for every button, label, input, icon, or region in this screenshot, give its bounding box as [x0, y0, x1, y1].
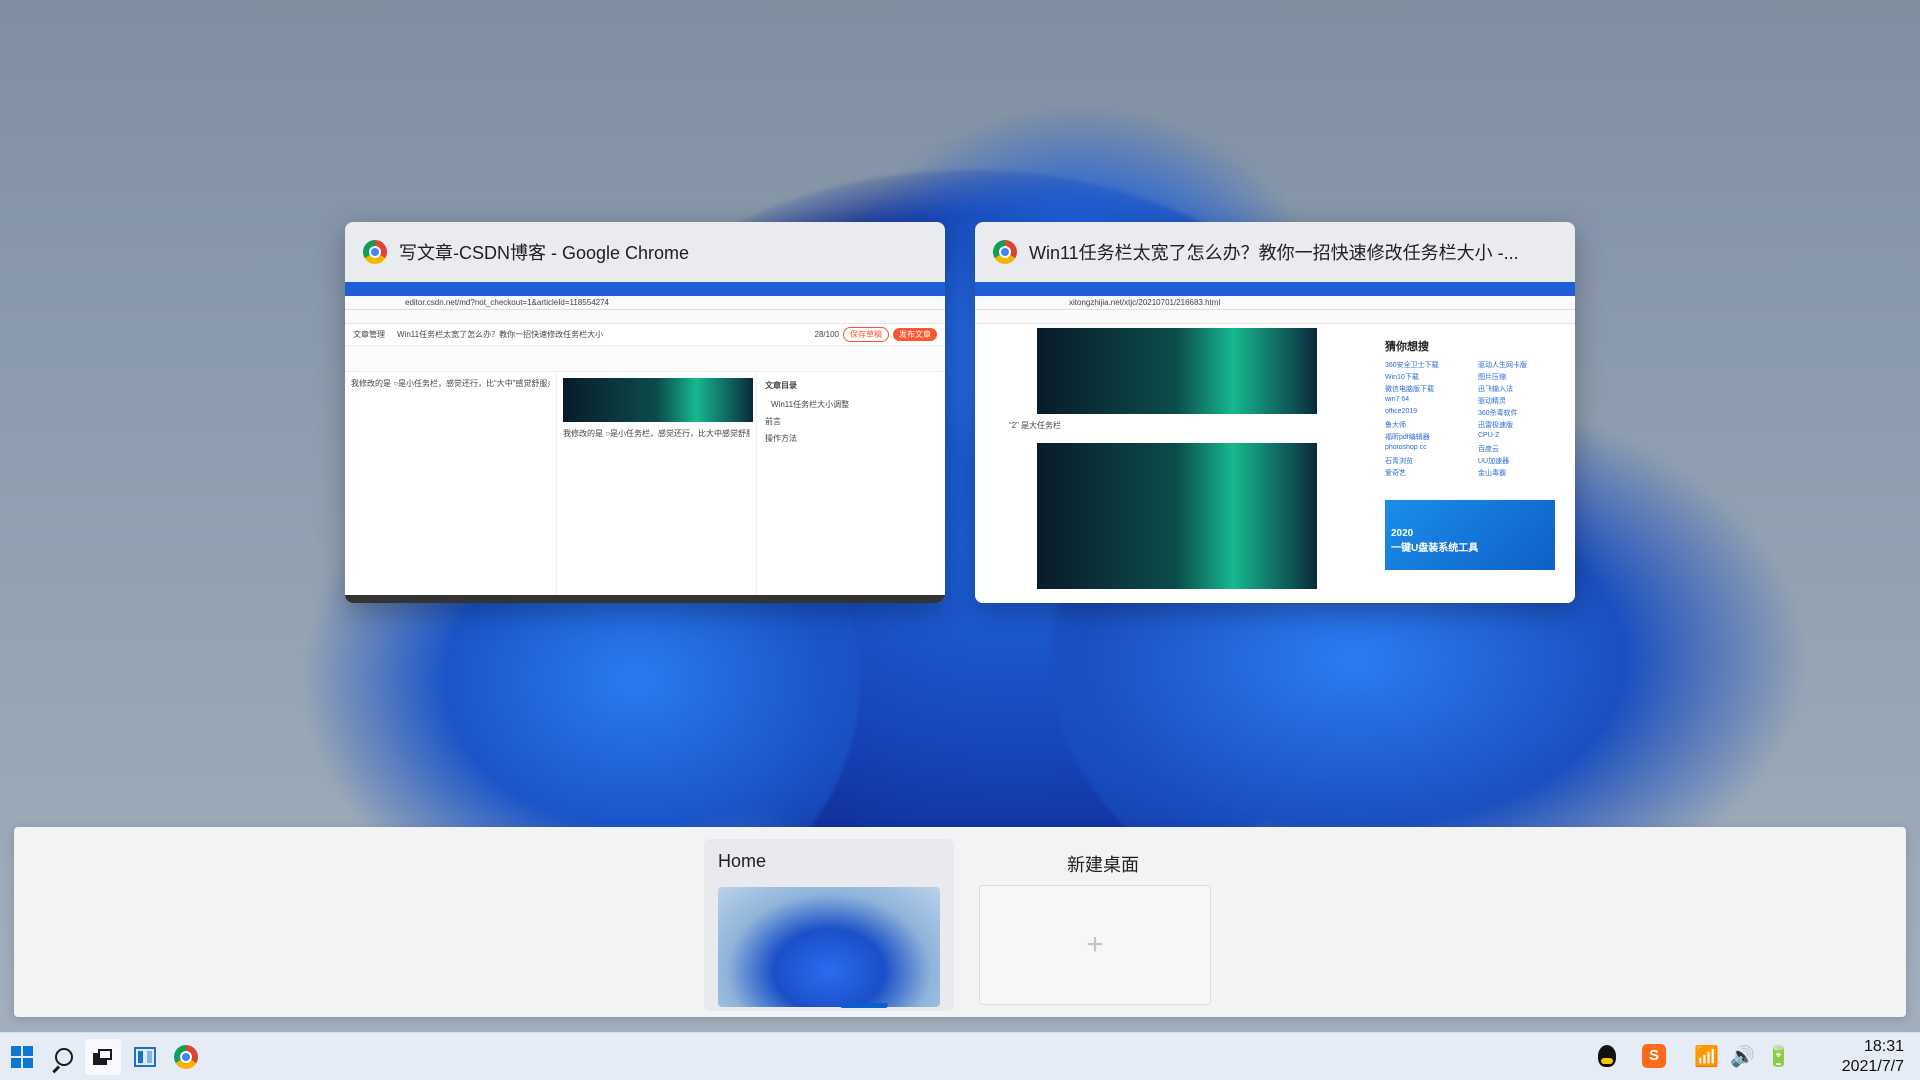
- task-view-button[interactable]: [85, 1039, 121, 1075]
- toc-item: Win11任务栏大小调整: [771, 400, 850, 409]
- article-screenshot: [1037, 443, 1317, 589]
- browser-tab-strip: [975, 282, 1575, 296]
- editor-text: 我修改的是 ○是小任务栏，感觉还行，比“大中”感觉舒服点: [351, 379, 550, 388]
- browser-url: editor.csdn.net/md?not_checkout=1&articl…: [405, 298, 609, 307]
- sidebar-link: CPU-Z: [1478, 432, 1500, 439]
- page-content: “2” 是大任务栏 猜你想搜 360安全卫士下载 驱动人生网卡版 Win10下载…: [975, 324, 1575, 603]
- sidebar-link: 百度云: [1478, 446, 1499, 453]
- sidebar-link: 360安全卫士下载: [1385, 362, 1439, 369]
- toc-pane: 文章目录 Win11任务栏大小调整 前言 操作方法: [757, 372, 945, 595]
- sidebar-link: 福昕pdf编辑器: [1385, 434, 1430, 441]
- article-screenshot: [1037, 328, 1317, 414]
- sidebar-column: 猜你想搜 360安全卫士下载 驱动人生网卡版 Win10下载 图片压缩 微信电脑…: [1375, 324, 1575, 603]
- sidebar-list: 360安全卫士下载 驱动人生网卡版 Win10下载 图片压缩 微信电脑版下载 迅…: [1385, 360, 1565, 478]
- window-title: 写文章-CSDN博客 - Google Chrome: [399, 243, 690, 263]
- editor-header: 文章管理 Win11任务栏太宽了怎么办？教你一招快速修改任务栏大小 28/100…: [345, 324, 945, 346]
- bookmarks-bar: [345, 310, 945, 324]
- desktop-thumbnail: [718, 887, 940, 1007]
- new-desktop-tile: +: [979, 885, 1211, 1005]
- publish-button: 发布文章: [893, 328, 937, 341]
- sidebar-link: 360杀毒软件: [1478, 410, 1518, 417]
- ad-text: 一键U盘装系统工具: [1391, 543, 1479, 554]
- qq-tray-button[interactable]: [1598, 1045, 1616, 1067]
- sidebar-link: 驱动人生网卡版: [1478, 362, 1527, 369]
- taskbar: S 📶 🔊 🔋 18:31 2021/7/7: [0, 1032, 1920, 1080]
- toc-item: 前言: [765, 417, 781, 426]
- chrome-icon: [363, 240, 387, 264]
- sidebar-link: 金山毒霸: [1478, 470, 1506, 477]
- chrome-taskbar-button[interactable]: [168, 1039, 204, 1075]
- editor-toolbar: [345, 346, 945, 372]
- window-title-bar: Win11任务栏太宽了怎么办？教你一招快速修改任务栏大小 -...: [975, 222, 1575, 282]
- sidebar-link: 微信电脑版下载: [1385, 386, 1434, 393]
- ad-year: 2020: [1391, 528, 1414, 539]
- window-thumbnail-xitongzhijia[interactable]: Win11任务栏太宽了怎么办？教你一招快速修改任务栏大小 -... xitong…: [975, 222, 1575, 603]
- plus-icon: +: [1086, 928, 1104, 961]
- sidebar-link: 迅飞输入法: [1478, 386, 1513, 393]
- sidebar-link: 爱奇艺: [1385, 470, 1406, 477]
- ad-banner: 2020 一键U盘装系统工具: [1385, 500, 1555, 570]
- start-button[interactable]: [4, 1039, 40, 1075]
- sidebar-link: 图片压缩: [1478, 374, 1506, 381]
- volume-icon[interactable]: 🔊: [1730, 1043, 1755, 1071]
- chrome-icon: [174, 1045, 198, 1069]
- toc-title: 文章目录: [765, 381, 797, 390]
- sidebar-link: 迅雷极速版: [1478, 422, 1513, 429]
- virtual-desktops-panel: Home 新建桌面 +: [14, 827, 1906, 1017]
- sidebar-link: office2019: [1385, 408, 1418, 415]
- image-caption: “2” 是大任务栏: [1009, 421, 1061, 430]
- sogou-tray-button[interactable]: S: [1642, 1044, 1666, 1068]
- title-count: 28/100: [814, 330, 839, 339]
- window-title-bar: 写文章-CSDN博客 - Google Chrome: [345, 222, 945, 282]
- start-icon: [11, 1046, 33, 1068]
- desktop-home[interactable]: Home: [704, 839, 954, 1011]
- window-preview: xitongzhijia.net/xtjc/20210701/216683.ht…: [975, 282, 1575, 603]
- editor-body: 我修改的是 ○是小任务栏，感觉还行，比“大中”感觉舒服点 我修改的是 ○是小任务…: [345, 372, 945, 595]
- search-icon: [55, 1048, 73, 1066]
- preview-text: 我修改的是 ○是小任务栏，感觉还行，比大中感觉舒服点: [563, 429, 750, 438]
- browser-url: xitongzhijia.net/xtjc/20210701/216683.ht…: [1069, 298, 1221, 307]
- article-title: Win11任务栏太宽了怎么办？教你一招快速修改任务栏大小: [397, 330, 604, 339]
- save-draft-button: 保存草稿: [843, 327, 889, 342]
- sidebar-link: win7 64: [1385, 396, 1410, 403]
- toc-item: 操作方法: [765, 434, 797, 443]
- wifi-icon[interactable]: 📶: [1694, 1043, 1719, 1071]
- browser-tab-strip: [345, 282, 945, 296]
- taskview-icon: [93, 1049, 113, 1065]
- sidebar-link: 石青浏览: [1385, 458, 1413, 465]
- search-button[interactable]: [46, 1039, 82, 1075]
- article-column: “2” 是大任务栏: [975, 324, 1375, 603]
- sidebar-link: 鲁大师: [1385, 422, 1406, 429]
- bookmarks-bar: [975, 310, 1575, 324]
- window-preview: editor.csdn.net/md?not_checkout=1&articl…: [345, 282, 945, 603]
- window-title: Win11任务栏太宽了怎么办？教你一招快速修改任务栏大小 -...: [1029, 243, 1519, 263]
- qq-icon: [1598, 1045, 1616, 1067]
- battery-icon[interactable]: 🔋: [1766, 1043, 1791, 1071]
- sidebar-link: 驱动精灵: [1478, 398, 1506, 405]
- preview-image: [563, 378, 753, 422]
- desktop-label: Home: [718, 851, 767, 871]
- back-link: 文章管理: [353, 330, 385, 339]
- new-desktop-button[interactable]: 新建桌面 +: [979, 839, 1211, 1011]
- sidebar-link: UU加速器: [1478, 458, 1510, 465]
- chrome-icon: [993, 240, 1017, 264]
- sidebar-link: photoshop cc: [1385, 444, 1427, 451]
- widgets-icon: [134, 1047, 156, 1067]
- browser-address-bar: editor.csdn.net/md?not_checkout=1&articl…: [345, 296, 945, 310]
- sogou-icon: S: [1642, 1044, 1666, 1068]
- clock-time: 18:31: [1863, 1038, 1904, 1055]
- desktop-label: 新建桌面: [1067, 855, 1139, 875]
- browser-address-bar: xitongzhijia.net/xtjc/20210701/216683.ht…: [975, 296, 1575, 310]
- sidebar-link: Win10下载: [1385, 374, 1419, 381]
- widgets-button[interactable]: [127, 1039, 163, 1075]
- sidebar-title: 猜你想搜: [1385, 341, 1429, 353]
- clock-date: 2021/7/7: [1841, 1058, 1904, 1075]
- system-clock[interactable]: 18:31 2021/7/7: [1842, 1037, 1904, 1077]
- preview-pane: 我修改的是 ○是小任务栏，感觉还行，比大中感觉舒服点: [557, 372, 757, 595]
- window-thumbnail-csdn[interactable]: 写文章-CSDN博客 - Google Chrome editor.csdn.n…: [345, 222, 945, 603]
- markdown-pane: 我修改的是 ○是小任务栏，感觉还行，比“大中”感觉舒服点: [345, 372, 557, 595]
- editor-status-bar: [345, 595, 945, 603]
- active-desktop-indicator: [840, 1003, 888, 1008]
